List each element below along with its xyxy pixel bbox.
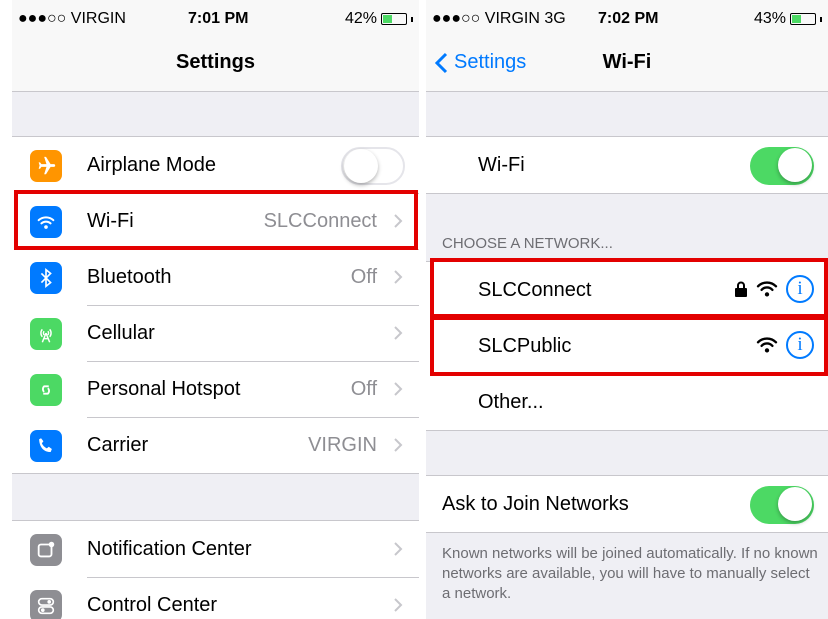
cellular-antenna-icon [30, 318, 62, 350]
hotspot-icon [30, 374, 62, 406]
battery-icon [381, 13, 407, 25]
nav-bar: Settings [12, 36, 419, 92]
ask-to-join-toggle[interactable] [750, 486, 814, 524]
control-center-icon [30, 590, 62, 619]
row-bluetooth[interactable]: Bluetooth Off [12, 249, 419, 305]
page-title: Wi-Fi [602, 51, 652, 73]
wifi-signal-icon [756, 337, 778, 353]
row-airplane-mode[interactable]: Airplane Mode [12, 137, 419, 193]
battery-indicator: 42% [345, 10, 413, 28]
wifi-signal-icon [756, 281, 778, 297]
row-label: Cellular [87, 321, 155, 344]
row-wifi-toggle[interactable]: Wi-Fi [426, 137, 828, 193]
wifi-network-value: SLCConnect [263, 209, 377, 232]
lock-icon [735, 281, 747, 297]
ask-to-join-group: Ask to Join Networks [426, 475, 828, 533]
status-time: 7:02 PM [598, 10, 659, 27]
carrier-signal: ●●●○○ VIRGIN 3G [432, 10, 566, 27]
airplane-mode-toggle[interactable] [341, 147, 405, 185]
bluetooth-value: Off [350, 265, 377, 288]
chevron-right-icon [394, 270, 403, 284]
wifi-screen: ●●●○○ VIRGIN 3G 7:02 PM 43% Settings Wi-… [426, 0, 828, 619]
network-row-slcpublic[interactable]: SLCPublic i [426, 318, 828, 374]
wifi-label: Wi-Fi [478, 153, 525, 176]
battery-percent: 42% [344, 10, 377, 27]
row-ask-to-join[interactable]: Ask to Join Networks [426, 476, 828, 532]
battery-percent: 43% [753, 10, 786, 27]
row-notification-center[interactable]: Notification Center [12, 521, 419, 577]
row-label: Control Center [87, 593, 218, 616]
row-carrier[interactable]: Carrier VIRGIN [12, 417, 419, 473]
network-row-other[interactable]: Other... [426, 374, 828, 430]
battery-icon [790, 13, 816, 25]
row-label: Notification Center [87, 537, 252, 560]
row-label: Bluetooth [87, 265, 172, 288]
row-label: Airplane Mode [87, 153, 216, 176]
chevron-right-icon [394, 438, 403, 452]
network-name: SLCConnect [478, 278, 592, 301]
ask-to-join-footer: Known networks will be joined automatica… [442, 545, 818, 602]
wifi-icon [30, 206, 62, 238]
row-label: Wi-Fi [87, 209, 134, 232]
network-list: SLCConnect i SLCPublic i Other... [426, 261, 828, 431]
network-row-slcconnect[interactable]: SLCConnect i [426, 262, 828, 318]
phone-icon [30, 430, 62, 462]
row-personal-hotspot[interactable]: Personal Hotspot Off [12, 361, 419, 417]
carrier-value: VIRGIN [308, 433, 377, 456]
wifi-toggle[interactable] [750, 147, 814, 185]
row-cellular[interactable]: Cellular [12, 305, 419, 361]
info-icon[interactable]: i [786, 331, 814, 359]
ask-to-join-label: Ask to Join Networks [442, 492, 629, 515]
status-bar: ●●●○○ VIRGIN 7:01 PM 42% [12, 0, 419, 36]
network-name: SLCPublic [478, 334, 572, 357]
chevron-right-icon [394, 382, 403, 396]
choose-network-header: CHOOSE A NETWORK... [442, 235, 613, 252]
row-label: Personal Hotspot [87, 377, 241, 400]
carrier-signal: ●●●○○ VIRGIN [18, 10, 126, 27]
chevron-right-icon [394, 598, 403, 612]
settings-group-centers: Notification Center Control Center [12, 520, 419, 619]
page-title: Settings [176, 51, 255, 73]
hotspot-value: Off [350, 377, 377, 400]
notification-center-icon [30, 534, 62, 566]
bluetooth-icon [30, 262, 62, 294]
wifi-toggle-group: Wi-Fi [426, 136, 828, 194]
row-control-center[interactable]: Control Center [12, 577, 419, 619]
network-name: Other... [478, 390, 544, 413]
battery-indicator: 43% [754, 10, 822, 28]
chevron-right-icon [394, 542, 403, 556]
status-bar: ●●●○○ VIRGIN 3G 7:02 PM 43% [426, 0, 828, 36]
nav-bar: Settings Wi-Fi [426, 36, 828, 92]
airplane-icon [30, 150, 62, 182]
info-icon[interactable]: i [786, 275, 814, 303]
row-wifi[interactable]: Wi-Fi SLCConnect [12, 193, 419, 249]
chevron-right-icon [394, 214, 403, 228]
chevron-right-icon [394, 326, 403, 340]
status-time: 7:01 PM [188, 10, 249, 27]
settings-group-connectivity: Airplane Mode Wi-Fi SLCConnect Bluetooth… [12, 136, 419, 474]
row-label: Carrier [87, 433, 149, 456]
settings-screen: ●●●○○ VIRGIN 7:01 PM 42% Settings Airpla… [12, 0, 419, 619]
